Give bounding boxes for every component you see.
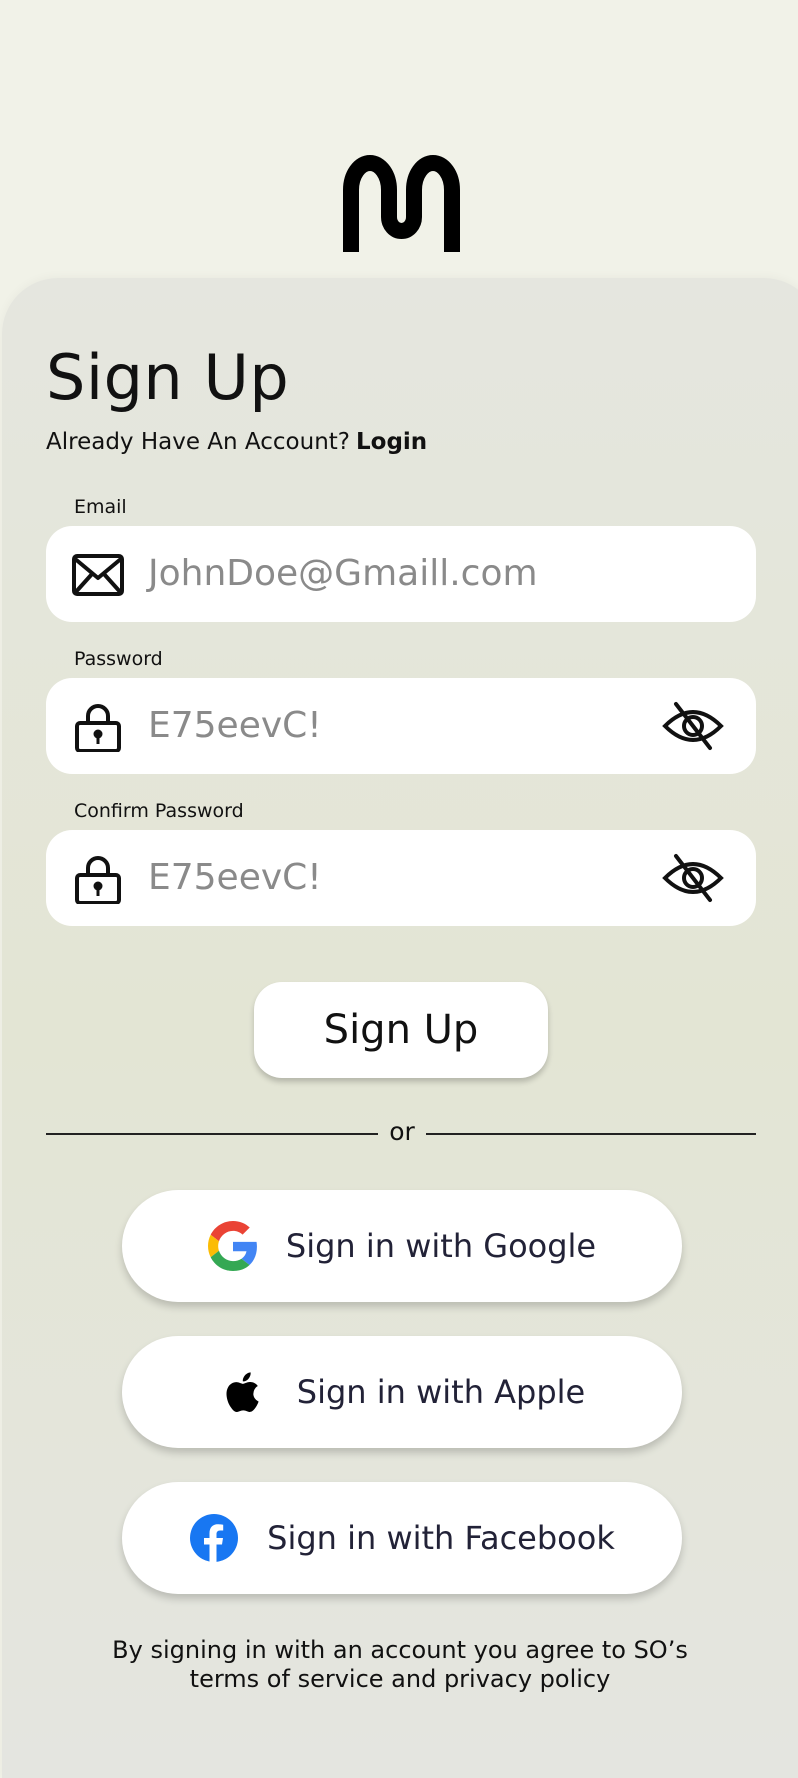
- apple-sign-in-label: Sign in with Apple: [296, 1373, 586, 1411]
- email-label: Email: [74, 496, 127, 518]
- password-value: E75eevC!: [148, 705, 322, 746]
- sign-up-button[interactable]: Sign Up: [254, 982, 548, 1078]
- google-sign-in-label: Sign in with Google: [285, 1227, 597, 1265]
- email-field[interactable]: JohnDoe@Gmaill.com: [46, 526, 756, 622]
- eye-slash-icon[interactable]: [662, 852, 724, 904]
- login-prompt: Already Have An Account? Login: [46, 426, 427, 458]
- m-logo-icon: [343, 155, 460, 252]
- facebook-icon: [190, 1514, 239, 1562]
- password-label: Password: [74, 648, 163, 670]
- page-title: Sign Up: [46, 341, 290, 414]
- confirm-password-field[interactable]: E75eevC!: [46, 830, 756, 926]
- terms-line-2: terms of service and privacy policy: [189, 1665, 611, 1693]
- divider-or: or: [389, 1117, 415, 1146]
- apple-icon: [226, 1372, 259, 1413]
- lock-icon: [75, 856, 121, 904]
- email-value: JohnDoe@Gmaill.com: [148, 553, 538, 594]
- facebook-sign-in-button[interactable]: Sign in with Facebook: [122, 1482, 682, 1594]
- google-icon: [207, 1221, 257, 1271]
- password-field[interactable]: E75eevC!: [46, 678, 756, 774]
- google-sign-in-button[interactable]: Sign in with Google: [122, 1190, 682, 1302]
- login-link[interactable]: Login: [356, 429, 427, 455]
- divider-line-left: [46, 1133, 378, 1135]
- terms-notice: By signing in with an account you agree …: [100, 1636, 700, 1694]
- confirm-password-label: Confirm Password: [74, 800, 244, 822]
- apple-sign-in-button[interactable]: Sign in with Apple: [122, 1336, 682, 1448]
- lock-icon: [75, 704, 121, 752]
- confirm-password-value: E75eevC!: [148, 857, 322, 898]
- eye-slash-icon[interactable]: [662, 700, 724, 752]
- terms-line-1: By signing in with an account you agree …: [112, 1636, 688, 1664]
- facebook-sign-in-label: Sign in with Facebook: [267, 1519, 615, 1557]
- login-prompt-text: Already Have An Account?: [46, 429, 350, 455]
- envelope-icon: [72, 554, 124, 596]
- divider-line-right: [426, 1133, 756, 1135]
